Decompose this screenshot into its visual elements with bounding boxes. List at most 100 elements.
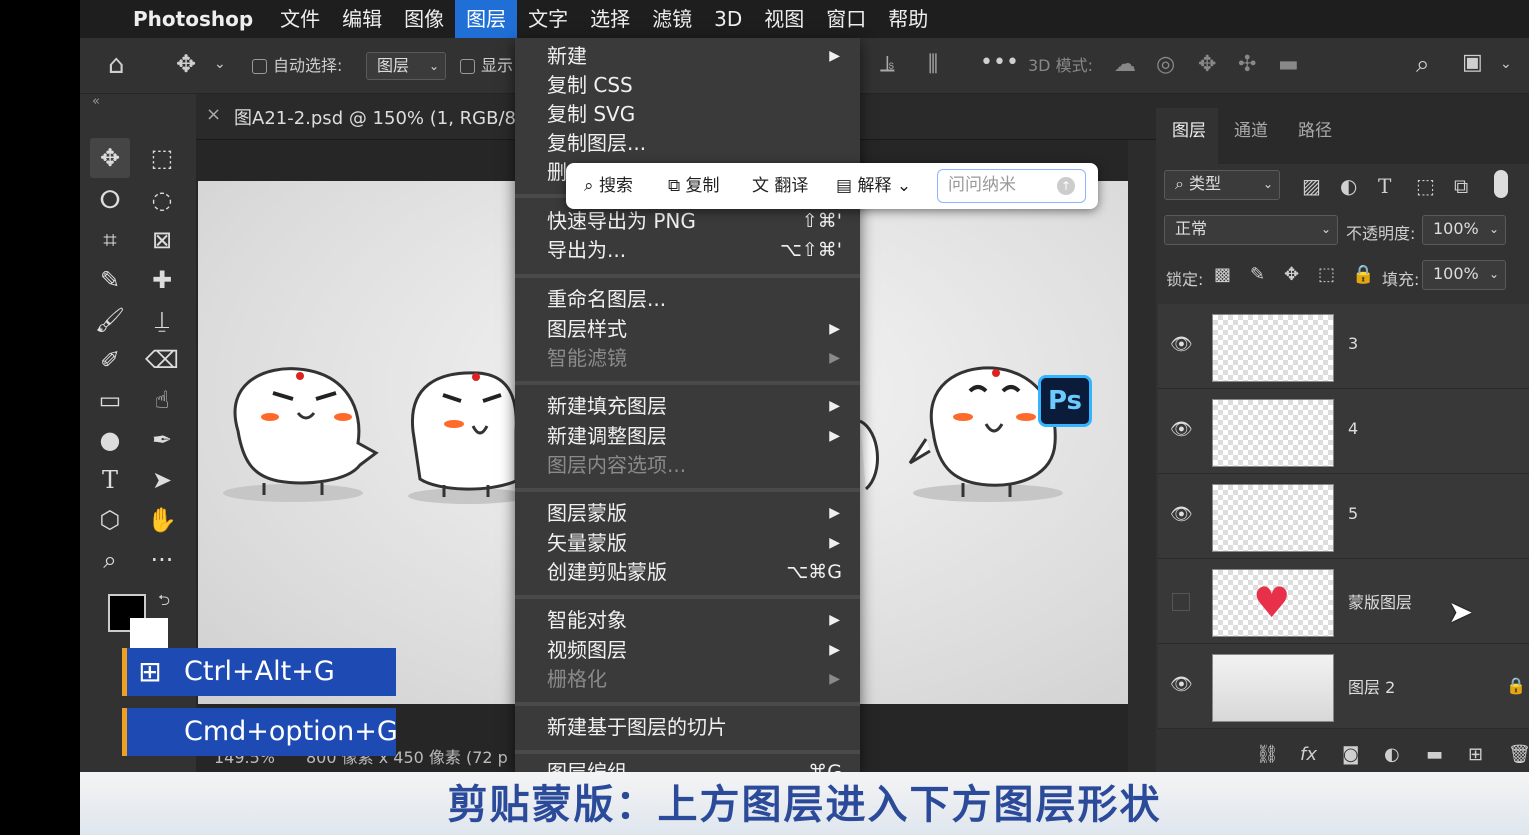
stamp-tool-icon[interactable]: ⍊ (142, 300, 182, 340)
chevron-down-icon[interactable]: ⌄ (214, 56, 226, 72)
quick-select-tool-icon[interactable]: ◌ (142, 180, 182, 220)
menu-item-layer-style[interactable]: 图层样式 ▶ (515, 315, 860, 344)
menu-item-export-as[interactable]: 导出为... ⌥⇧⌘' (515, 236, 860, 265)
pen-tool-icon[interactable]: ✒ (142, 420, 182, 460)
new-layer-icon[interactable]: ⊞ (1468, 744, 1483, 765)
menu-view[interactable]: 视图 (753, 0, 815, 38)
eyedropper-tool-icon[interactable]: ✎ (90, 260, 130, 300)
eye-icon[interactable]: 👁 (1170, 419, 1193, 440)
menu-item-rename-layer[interactable]: 重命名图层... (515, 285, 860, 314)
filter-type-icon[interactable]: T (1378, 174, 1391, 198)
delete-layer-icon[interactable]: 🗑 (1508, 744, 1529, 765)
dodge-tool-icon[interactable]: ● (90, 420, 130, 460)
path-select-tool-icon[interactable]: ➤ (142, 460, 182, 500)
layer-filter-dropdown[interactable]: ⌕ 类型 ⌄ (1164, 170, 1280, 200)
document-tab-title[interactable]: 图A21-2.psd @ 150% (1, RGB/8 (234, 104, 516, 130)
layer-row-3[interactable]: 👁 3 (1158, 304, 1529, 389)
3d-orbit-icon[interactable]: ☁ (1114, 52, 1136, 77)
smudge-tool-icon[interactable]: ☝ (142, 380, 182, 420)
filter-smart-object-icon[interactable]: ⧉ (1454, 174, 1468, 198)
3d-pan-icon[interactable]: ✥ (1198, 52, 1216, 77)
layer-row-2[interactable]: 👁 图层 2 🔒 (1158, 644, 1529, 729)
apple-icon[interactable] (80, 0, 122, 38)
popup-search-button[interactable]: ⌕ 搜索 (584, 163, 633, 209)
menu-item-copy-svg[interactable]: 复制 SVG (515, 100, 860, 129)
type-tool-icon[interactable]: T (90, 460, 130, 500)
align-bottom-icon[interactable]: ⫡ (880, 52, 895, 77)
menu-item-create-clipping-mask[interactable]: 创建剪贴蒙版 ⌥⌘G (515, 558, 860, 587)
lock-pixels-icon[interactable]: ✎ (1250, 264, 1265, 285)
home-icon[interactable]: ⌂ (108, 50, 125, 80)
filter-toggle-icon[interactable] (1494, 170, 1508, 198)
send-arrow-icon[interactable]: ↑ (1057, 177, 1075, 195)
lock-position-icon[interactable]: ✥ (1284, 264, 1299, 285)
menu-item-new-fill-layer[interactable]: 新建填充图层 ▶ (515, 392, 860, 421)
tab-channels[interactable]: 通道 (1234, 116, 1268, 141)
menu-item-new-adjustment-layer[interactable]: 新建调整图层 ▶ (515, 422, 860, 451)
layer-row-4[interactable]: 👁 4 (1158, 389, 1529, 474)
menu-type[interactable]: 文字 (517, 0, 579, 38)
lock-all-icon[interactable]: 🔒 (1352, 264, 1374, 285)
eye-icon[interactable]: 👁 (1170, 674, 1193, 695)
lock-artboard-icon[interactable]: ⬚ (1318, 264, 1335, 285)
menu-item-copy-css[interactable]: 复制 CSS (515, 71, 860, 100)
3d-slide-icon[interactable]: ✣ (1238, 52, 1256, 77)
layer-row-5[interactable]: 👁 5 (1158, 474, 1529, 559)
menu-item-duplicate-layer[interactable]: 复制图层... (515, 129, 860, 158)
fx-icon[interactable]: fx (1300, 744, 1317, 765)
menu-item-vector-mask[interactable]: 矢量蒙版 ▶ (515, 529, 860, 558)
menu-item-new-layer-based-slice[interactable]: 新建基于图层的切片 (515, 713, 860, 742)
background-color-swatch[interactable] (130, 618, 168, 648)
popup-copy-button[interactable]: ⧉ 复制 (668, 163, 720, 209)
fill-input[interactable]: 100% ⌄ (1422, 260, 1506, 290)
search-icon[interactable]: ⌕ (1416, 50, 1429, 78)
menu-filter[interactable]: 滤镜 (641, 0, 703, 38)
menu-file[interactable]: 文件 (269, 0, 331, 38)
layer-row-mask[interactable]: ♥ 蒙版图层 ➤ (1158, 559, 1529, 644)
menu-item-quick-export-png[interactable]: 快速导出为 PNG ⇧⌘' (515, 207, 860, 236)
gradient-tool-icon[interactable]: ▭ (90, 380, 130, 420)
popup-explain-button[interactable]: ▤ 解释 ⌄ (836, 163, 911, 209)
lasso-tool-icon[interactable]: ⵔ (90, 180, 130, 220)
opacity-input[interactable]: 100% ⌄ (1422, 215, 1506, 245)
tab-paths[interactable]: 路径 (1298, 116, 1332, 141)
crop-tool-icon[interactable]: ⌗ (90, 220, 130, 260)
frame-tool-icon[interactable]: ⊠ (142, 220, 182, 260)
menu-edit[interactable]: 编辑 (331, 0, 393, 38)
swap-colors-icon[interactable]: ⮌ (158, 590, 170, 615)
menu-help[interactable]: 帮助 (877, 0, 939, 38)
vertical-scrollbar[interactable] (1128, 140, 1156, 772)
auto-select-target-dropdown[interactable]: 图层 ⌄ (366, 52, 446, 80)
history-brush-tool-icon[interactable]: ✐ (90, 340, 130, 380)
hidden-visibility-box[interactable] (1172, 593, 1190, 611)
link-layers-icon[interactable]: ⛓ (1256, 744, 1279, 765)
popup-ask-input[interactable]: 问问纳米 ↑ (937, 169, 1086, 203)
filter-pixel-icon[interactable]: ▨ (1302, 174, 1321, 198)
shape-tool-icon[interactable]: ⬡ (90, 500, 130, 540)
adjustment-layer-icon[interactable]: ◐ (1384, 744, 1400, 765)
menu-image[interactable]: 图像 (393, 0, 455, 38)
marquee-tool-icon[interactable]: ⬚ (142, 138, 182, 178)
3d-roll-icon[interactable]: ◎ (1156, 52, 1175, 77)
add-mask-icon[interactable]: ◙ (1342, 744, 1359, 765)
more-tools-icon[interactable]: ··· (142, 540, 182, 580)
move-tool-icon[interactable]: ✥ (176, 50, 196, 78)
eye-icon[interactable]: 👁 (1170, 504, 1193, 525)
filter-shape-icon[interactable]: ⬚ (1416, 174, 1435, 198)
zoom-tool-icon[interactable]: ⌕ (90, 540, 130, 580)
popup-translate-button[interactable]: 文 翻译 (752, 163, 808, 209)
eraser-tool-icon[interactable]: ⌫ (142, 340, 182, 380)
menu-item-layer-mask[interactable]: 图层蒙版 ▶ (515, 499, 860, 528)
brush-tool-icon[interactable]: 🖌 (90, 300, 130, 340)
auto-select-checkbox[interactable]: 自动选择: (252, 38, 342, 94)
collapse-toolbox-icon[interactable]: « (92, 94, 100, 109)
menu-window[interactable]: 窗口 (815, 0, 877, 38)
lock-transparent-icon[interactable]: ▩ (1214, 264, 1231, 285)
show-transform-checkbox[interactable]: 显示 (460, 38, 513, 94)
move-tool-icon[interactable]: ✥ (90, 138, 130, 178)
hand-tool-icon[interactable]: ✋ (142, 500, 182, 540)
chevron-down-icon[interactable]: ⌄ (1500, 56, 1512, 72)
more-options-icon[interactable]: ••• (980, 50, 1019, 75)
close-tab-icon[interactable]: × (206, 104, 221, 125)
menu-layer[interactable]: 图层 (455, 0, 518, 38)
